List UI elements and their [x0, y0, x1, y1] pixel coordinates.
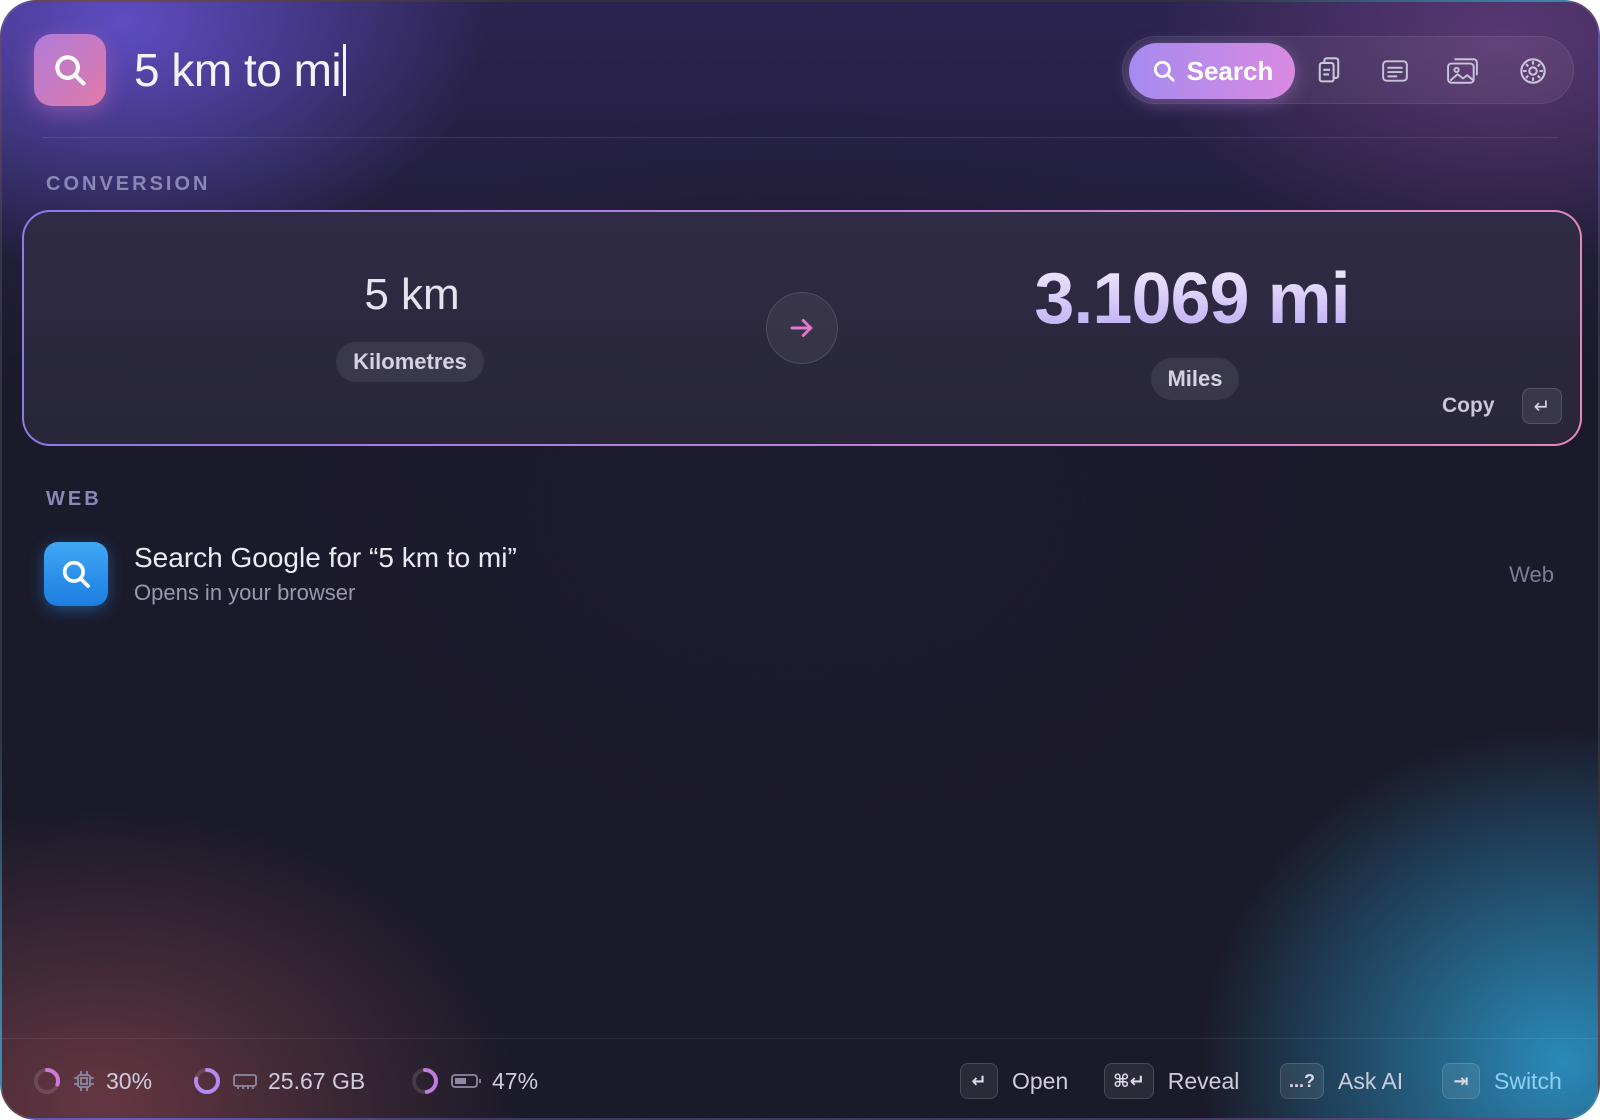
- text-caret: [343, 44, 347, 96]
- cpu-usage-ring: [34, 1068, 60, 1094]
- conversion-result-value: 3.1069 mi: [952, 258, 1432, 340]
- web-search-icon: [44, 542, 108, 606]
- switch-action[interactable]: ⇥ Switch: [1442, 1063, 1562, 1099]
- gallery-icon[interactable]: [1447, 55, 1479, 87]
- open-shortcut-key: ↵: [960, 1063, 998, 1099]
- reveal-action[interactable]: ⌘↵ Reveal: [1104, 1063, 1239, 1099]
- battery-icon: [451, 1074, 481, 1088]
- memory-stat: 25.67 GB: [192, 1065, 365, 1097]
- memory-usage-value: 25.67 GB: [268, 1067, 366, 1094]
- cpu-stat: 30%: [32, 1065, 152, 1097]
- header-divider: [42, 137, 1558, 138]
- battery-level-ring: [412, 1068, 438, 1094]
- conversion-from-value: 5 km: [364, 270, 460, 319]
- search-mode-button[interactable]: Search: [1129, 43, 1295, 99]
- web-result-tag: Web: [1509, 562, 1554, 587]
- mode-toolbar: Search: [1122, 36, 1574, 104]
- ask-ai-action[interactable]: ...? Ask AI: [1280, 1063, 1403, 1099]
- launcher-window: 5 km to mi Search CONVERSION 5 km Kilome…: [0, 0, 1600, 1120]
- notes-icon[interactable]: [1379, 55, 1411, 87]
- cpu-icon: [74, 1071, 94, 1091]
- search-query-text: 5 km to mi: [134, 44, 342, 96]
- reveal-action-label: Reveal: [1167, 1067, 1240, 1094]
- clipboard-icon[interactable]: [1313, 55, 1345, 87]
- app-search-icon[interactable]: [34, 34, 106, 106]
- battery-stat: 47%: [410, 1065, 538, 1097]
- ask-ai-action-label: Ask AI: [1338, 1067, 1404, 1094]
- memory-usage-ring: [194, 1068, 220, 1094]
- conversion-section-label: CONVERSION: [46, 173, 211, 195]
- open-action-label: Open: [1012, 1067, 1069, 1094]
- conversion-to-unit-badge: Miles: [1151, 358, 1239, 400]
- search-icon: [1153, 60, 1175, 82]
- copy-enter-key[interactable]: ↵: [1522, 388, 1562, 424]
- cpu-usage-value: 30%: [106, 1067, 153, 1094]
- search-mode-label: Search: [1186, 55, 1274, 86]
- switch-action-label: Switch: [1494, 1067, 1562, 1094]
- battery-level-value: 47%: [492, 1067, 539, 1094]
- arrow-right-icon: [766, 292, 838, 364]
- open-action[interactable]: ↵ Open: [960, 1063, 1068, 1099]
- web-search-result[interactable]: Search Google for “5 km to mi” Opens in …: [22, 532, 1582, 612]
- search-header: 5 km to mi Search: [2, 2, 1598, 138]
- memory-icon: [233, 1074, 257, 1089]
- web-result-subtitle: Opens in your browser: [134, 580, 356, 605]
- conversion-from-unit-badge: Kilometres: [336, 342, 484, 382]
- switch-shortcut-key: ⇥: [1442, 1063, 1480, 1099]
- settings-icon[interactable]: [1517, 55, 1549, 87]
- reveal-shortcut-key: ⌘↵: [1104, 1063, 1154, 1099]
- copy-action-label[interactable]: Copy: [1442, 394, 1495, 418]
- web-result-title: Search Google for “5 km to mi”: [134, 542, 517, 573]
- status-footer: 30% 25.67 GB 47% ↵ Open ⌘↵ Reveal ...? A…: [2, 1039, 1598, 1118]
- web-section-label: WEB: [46, 488, 102, 510]
- search-input[interactable]: 5 km to mi: [134, 38, 1034, 102]
- ask-ai-shortcut-key: ...?: [1280, 1063, 1324, 1099]
